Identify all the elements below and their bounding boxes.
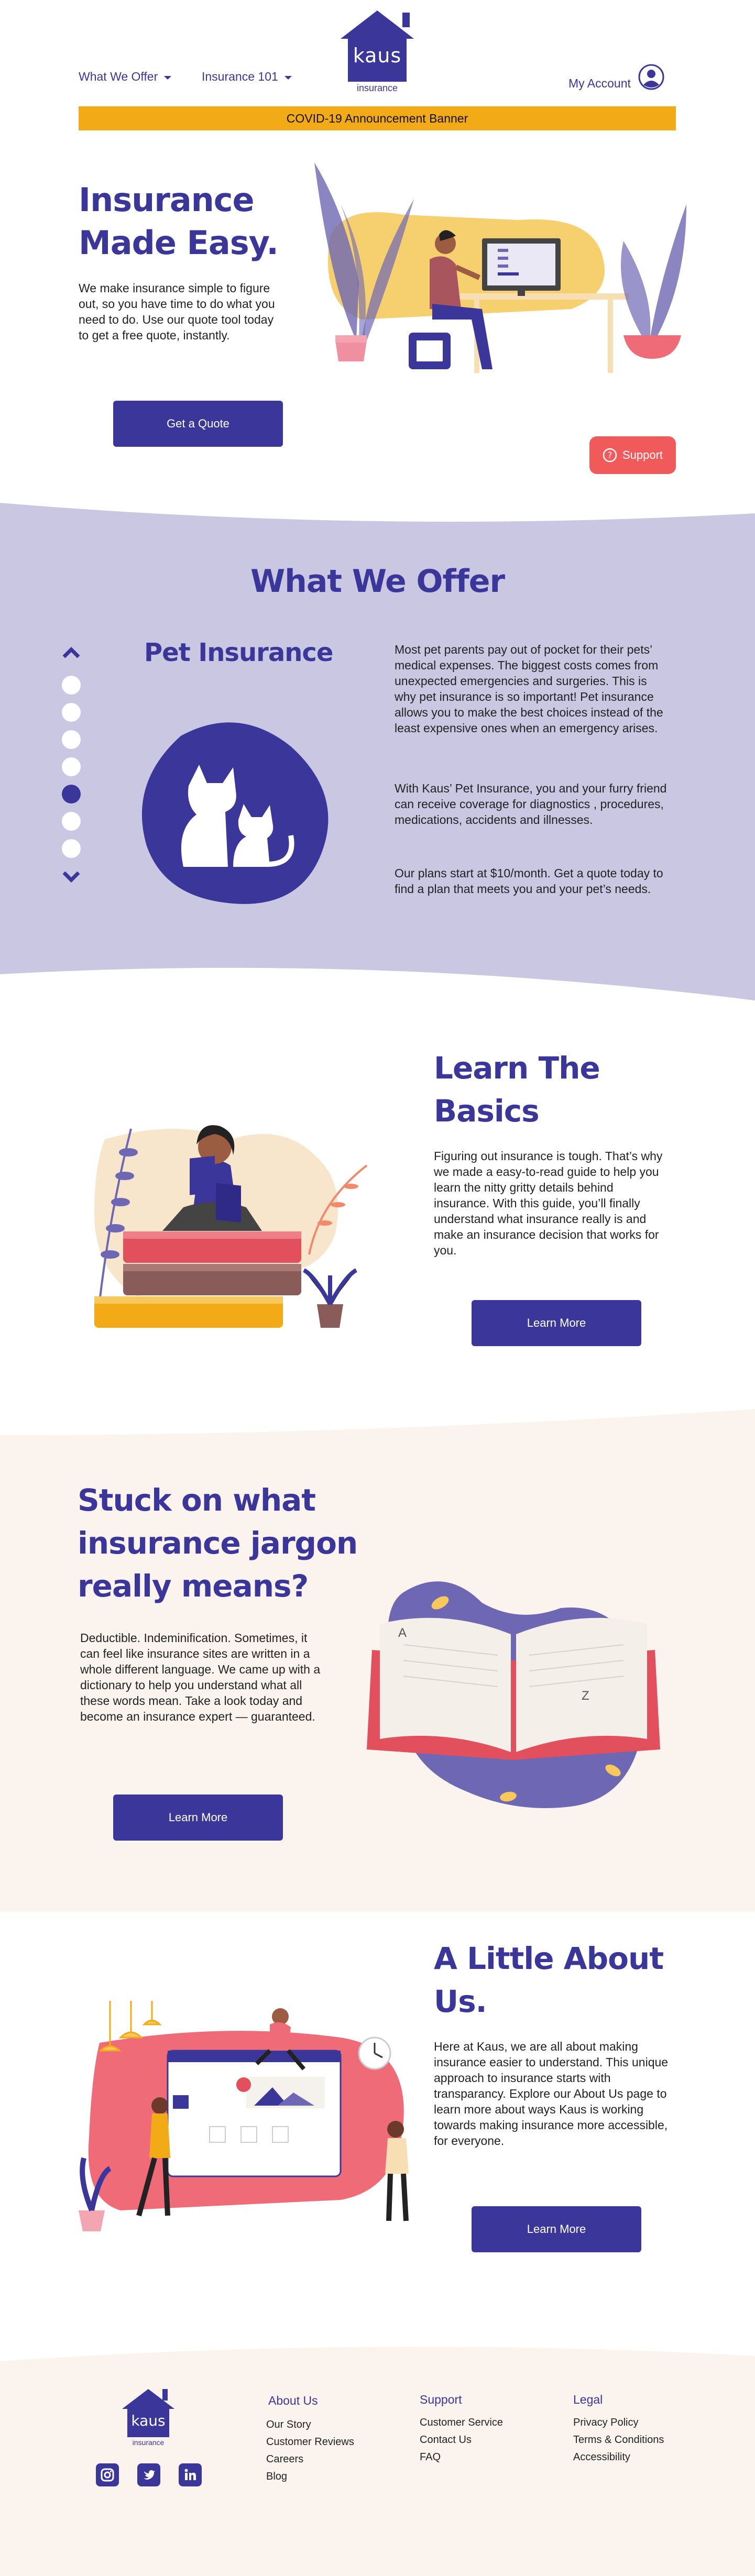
jargon-learn-more-button[interactable]: Learn More <box>113 1795 283 1841</box>
my-account-link[interactable]: My Account <box>568 63 664 91</box>
footer-heading-support: Support <box>420 2393 462 2406</box>
carousel-dot[interactable] <box>62 839 81 858</box>
footer-logo[interactable]: kaus insurance <box>119 2386 177 2447</box>
logo-text: kaus <box>353 44 402 67</box>
footer-link-terms[interactable]: Terms & Conditions <box>573 2434 664 2446</box>
about-body: Here at Kaus, we are all about making in… <box>434 2040 669 2148</box>
covid-announcement-banner[interactable]: COVID-19 Announcement Banner <box>79 106 676 130</box>
nav-label: What We Offer <box>79 70 158 83</box>
offer-paragraph: Our plans start at $10/month. Get a quot… <box>395 866 663 896</box>
hero-illustration <box>314 162 686 373</box>
site-logo[interactable]: kaus insurance <box>335 6 419 93</box>
basics-learn-more-button[interactable]: Learn More <box>472 1300 641 1346</box>
plant-right <box>621 204 686 340</box>
book-letter-z: Z <box>582 1689 589 1703</box>
about-title-line2: Us. <box>434 1984 487 2019</box>
jargon-title-line3: really means? <box>78 1568 309 1604</box>
nav-what-we-offer[interactable]: What We Offer <box>79 70 172 84</box>
carousel-dot[interactable] <box>62 812 81 831</box>
footer-link-customer-service[interactable]: Customer Service <box>420 2417 503 2429</box>
footer-link-contact-us[interactable]: Contact Us <box>420 2434 472 2446</box>
logo-text: kaus <box>131 2412 166 2429</box>
nav-label: Insurance 101 <box>202 70 278 83</box>
dictionary-illustration: A Z <box>367 1581 660 1808</box>
offer-paragraph: Most pet parents pay out of pocket for t… <box>395 643 663 735</box>
pet-insurance-illustration <box>141 722 329 904</box>
jargon-title-line2: insurance jargon <box>78 1525 358 1561</box>
footer-heading-about: About Us <box>268 2394 318 2407</box>
footer-link-accessibility[interactable]: Accessibility <box>573 2451 630 2463</box>
about-learn-more-button[interactable]: Learn More <box>472 2206 641 2252</box>
svg-text:?: ? <box>607 450 612 461</box>
carousel-dot[interactable] <box>62 757 81 776</box>
jargon-body: Deductible. Indeminification. Sometimes,… <box>80 1631 321 1723</box>
basics-title-line1: Learn The <box>434 1050 600 1086</box>
support-button[interactable]: ? Support <box>589 436 676 474</box>
button-label: Get a Quote <box>167 417 229 430</box>
hero-title-line1: Insurance <box>79 181 255 219</box>
button-label: Learn More <box>527 1316 586 1329</box>
carousel-dot[interactable] <box>62 676 81 695</box>
book-letter-a: A <box>398 1626 407 1640</box>
footer-link-faq[interactable]: FAQ <box>420 2451 441 2463</box>
logo-subtext: insurance <box>132 2438 165 2447</box>
basics-body: Figuring out insurance is tough. That’s … <box>434 1149 663 1257</box>
carousel-dot[interactable] <box>62 730 81 749</box>
footer-link-careers[interactable]: Careers <box>266 2453 303 2465</box>
instagram-icon[interactable] <box>96 2463 119 2486</box>
about-title-line1: A Little About <box>434 1941 664 1976</box>
carousel-dot-active[interactable] <box>62 785 81 803</box>
offer-heading: What We Offer <box>250 563 505 600</box>
footer-link-our-story[interactable]: Our Story <box>266 2419 311 2431</box>
banner-text: COVID-19 Announcement Banner <box>286 111 468 125</box>
linkedin-icon[interactable] <box>179 2463 202 2486</box>
button-label: Learn More <box>527 2222 586 2236</box>
product-title: Pet Insurance <box>144 638 333 667</box>
hero-title-line2: Made Easy. <box>79 224 279 262</box>
support-label: Support <box>622 448 663 461</box>
reading-illustration <box>94 1125 368 1328</box>
nav-insurance-101[interactable]: Insurance 101 <box>202 70 292 84</box>
get-quote-button[interactable]: Get a Quote <box>113 401 283 447</box>
carousel-dot[interactable] <box>62 703 81 722</box>
user-icon <box>638 64 664 90</box>
footer-link-privacy-policy[interactable]: Privacy Policy <box>573 2417 638 2429</box>
footer-heading-legal: Legal <box>573 2393 603 2406</box>
help-icon: ? <box>603 448 617 463</box>
account-label: My Account <box>568 76 631 90</box>
carousel-up-icon[interactable] <box>61 645 82 660</box>
basics-title-line2: Basics <box>434 1093 540 1129</box>
team-illustration <box>79 2001 409 2231</box>
chevron-down-icon <box>284 75 292 80</box>
footer-link-customer-reviews[interactable]: Customer Reviews <box>266 2436 354 2448</box>
jargon-title-line1: Stuck on what <box>78 1482 316 1518</box>
offer-paragraph: With Kaus’ Pet Insurance, you and your f… <box>395 781 667 827</box>
logo-subtext: insurance <box>356 83 398 93</box>
button-label: Learn More <box>168 1811 228 1824</box>
chevron-down-icon <box>164 75 172 80</box>
twitter-icon[interactable] <box>137 2463 160 2486</box>
hero-body: We make insurance simple to figure out, … <box>79 281 275 342</box>
footer-background <box>0 2347 755 2576</box>
carousel-down-icon[interactable] <box>61 869 82 884</box>
footer-link-blog[interactable]: Blog <box>266 2471 287 2483</box>
